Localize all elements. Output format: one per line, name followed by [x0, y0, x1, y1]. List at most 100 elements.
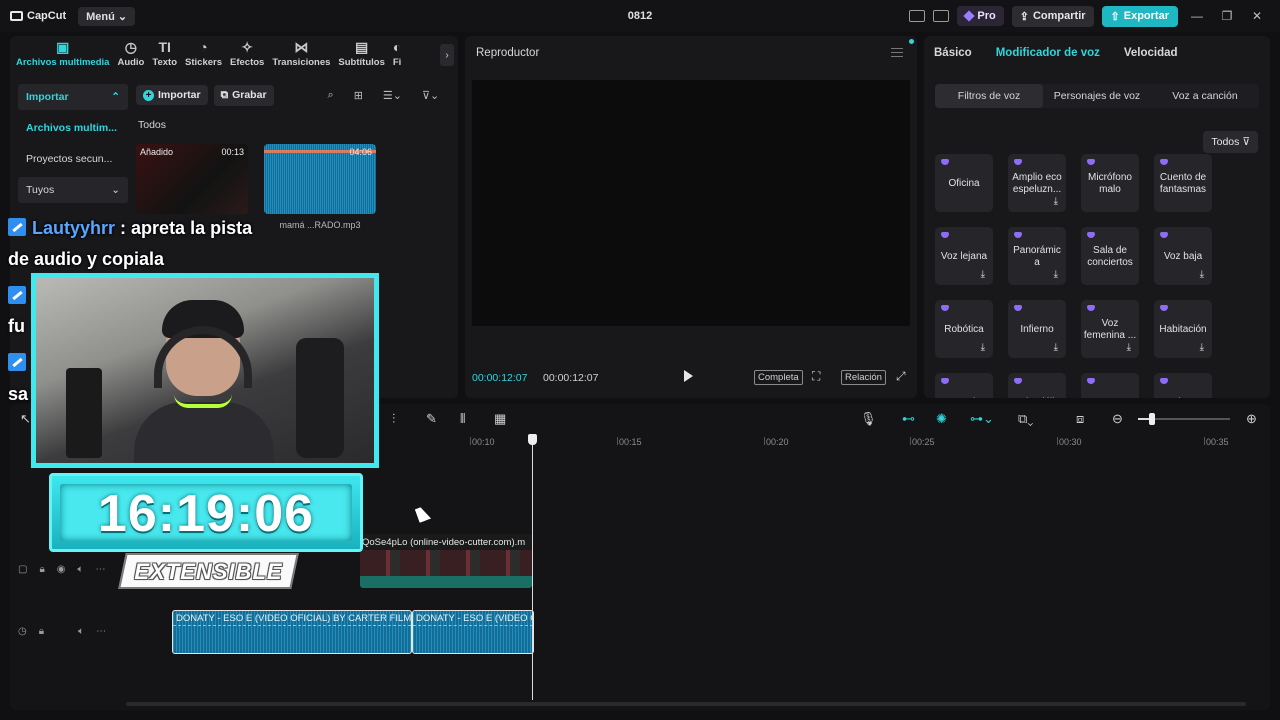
- close-icon[interactable]: ✕: [1246, 9, 1268, 23]
- minimize-icon[interactable]: —: [1186, 9, 1208, 23]
- voice-card[interactable]: En el: [935, 373, 993, 398]
- subtab-voice-to-song[interactable]: Voz a canción: [1151, 84, 1259, 108]
- zoom-in-icon[interactable]: ⊕: [1246, 411, 1257, 427]
- search-icon[interactable]: ⌕: [328, 89, 334, 102]
- tab-stickers[interactable]: ◔ Stickers: [181, 40, 226, 74]
- full-button[interactable]: Completa: [754, 370, 803, 385]
- volume-icon[interactable]: 🔈︎: [78, 626, 84, 637]
- video-clip[interactable]: QoSe4pLo (online-video-cutter.com).m: [360, 534, 532, 588]
- tabs-scroll-right-button[interactable]: ›: [440, 44, 454, 66]
- voice-card[interactable]: Alma: [1154, 373, 1212, 398]
- voice-card[interactable]: Oficina: [935, 154, 993, 212]
- keyboard-icon[interactable]: [933, 10, 950, 22]
- lock-icon[interactable]: 🔒︎: [39, 626, 44, 637]
- video-viewport[interactable]: [472, 80, 910, 326]
- media-thumbnail-video[interactable]: Añadido 00:13: [136, 144, 248, 214]
- tab-text[interactable]: TI Texto: [148, 40, 181, 74]
- sort-icon[interactable]: ☰⌄: [383, 89, 402, 102]
- hamburger-icon[interactable]: [891, 48, 903, 57]
- voice-card[interactable]: Voz lejana ⤓: [935, 227, 993, 285]
- ratio-button[interactable]: Relación: [841, 370, 886, 385]
- sidebar-item-projects[interactable]: Proyectos secun...: [18, 146, 128, 172]
- subtab-voice-characters[interactable]: Personajes de voz: [1043, 84, 1151, 108]
- zoom-slider[interactable]: [1138, 413, 1230, 425]
- auto-snap-icon[interactable]: ✺: [936, 411, 947, 427]
- layout-icon[interactable]: [909, 10, 926, 22]
- microphone-icon[interactable]: 🎙: [860, 411, 877, 427]
- tab-subtitles[interactable]: ▤ Subtítulos: [334, 40, 388, 74]
- more-icon[interactable]: ⋯: [96, 626, 106, 637]
- voice-card[interactable]: Psicodélic: [1008, 373, 1066, 398]
- tab-effects[interactable]: ✧ Efectos: [226, 40, 268, 74]
- menu-button[interactable]: Menú ⌄: [78, 6, 136, 26]
- voice-card[interactable]: Habitación ⤓: [1154, 300, 1212, 358]
- zoom-out-icon[interactable]: ⊖: [1112, 411, 1123, 427]
- tab-audio[interactable]: ◷ Audio: [113, 40, 148, 74]
- sidebar-item-import[interactable]: Importar ⌃: [18, 84, 128, 110]
- audio-split-icon[interactable]: ⫴: [460, 411, 465, 427]
- preview-axis-icon[interactable]: ⧈: [1076, 411, 1084, 427]
- pro-button[interactable]: Pro: [957, 6, 1004, 26]
- tab-basic[interactable]: Básico: [934, 47, 972, 59]
- record-button[interactable]: ⧉ Grabar: [213, 84, 274, 106]
- all-label: Todos: [138, 119, 167, 131]
- tab-speed[interactable]: Velocidad: [1124, 47, 1178, 59]
- speed-icon[interactable]: ◷: [18, 626, 27, 637]
- link-icon[interactable]: ⊷: [902, 411, 915, 427]
- voice-card[interactable]: Sala de conciertos: [1081, 227, 1139, 285]
- audio-clip[interactable]: DONATY - ESO E (VIDEO OFICIAL) BY CARTER…: [172, 610, 412, 654]
- split-view-icon[interactable]: ⧉⌄: [1018, 411, 1033, 427]
- voice-card[interactable]: Robótica ⤓: [935, 300, 993, 358]
- voice-card[interactable]: Infierno ⤓: [1008, 300, 1066, 358]
- cover-icon[interactable]: ▢: [18, 564, 27, 575]
- tab-transitions[interactable]: ⋈ Transiciones: [268, 40, 334, 74]
- fullscreen-icon[interactable]: ⤢: [896, 369, 906, 384]
- voice-card[interactable]: Amplio eco espeluzn... ⤓: [1008, 154, 1066, 212]
- timeline-scrollbar[interactable]: [126, 702, 1246, 706]
- voice-card[interactable]: Voz femenina ... ⤓: [1081, 300, 1139, 358]
- more-icon[interactable]: ⋯: [96, 564, 106, 575]
- download-icon[interactable]: ⤓: [1054, 196, 1058, 207]
- voice-filter-button[interactable]: Todos ⊽: [1203, 131, 1258, 153]
- tab-label: Fi: [392, 57, 402, 68]
- playhead[interactable]: [528, 434, 537, 700]
- magic-icon[interactable]: ✎: [426, 411, 437, 427]
- zoom-fit-icon[interactable]: ⛶: [812, 369, 820, 384]
- media-thumbnail-audio[interactable]: 04:06: [264, 144, 376, 214]
- play-icon[interactable]: [684, 370, 693, 382]
- filter-icon: ⊽: [1242, 136, 1250, 148]
- download-icon[interactable]: ⤓: [981, 269, 985, 280]
- chain-icon[interactable]: ⊶⌄: [970, 411, 994, 427]
- volume-icon[interactable]: 🔈︎: [78, 564, 84, 575]
- voice-card[interactable]: Voz baja ⤓: [1154, 227, 1212, 285]
- sidebar-item-yours[interactable]: Tuyos ⌄: [18, 177, 128, 203]
- filter-icon[interactable]: ⊽⌄: [422, 89, 439, 102]
- sidebar-item-media-files[interactable]: Archivos multim...: [18, 115, 128, 141]
- tab-media[interactable]: ▣ Archivos multimedia: [12, 40, 113, 74]
- export-button[interactable]: ⇧ Exportar: [1101, 5, 1178, 27]
- voice-card[interactable]: Panorámic a ⤓: [1008, 227, 1066, 285]
- lock-icon[interactable]: 🔒︎: [39, 564, 44, 575]
- download-icon[interactable]: ⤓: [1127, 342, 1131, 353]
- eye-icon[interactable]: ◉: [57, 564, 66, 575]
- adjust-icon[interactable]: ⫶: [392, 411, 395, 427]
- maximize-icon[interactable]: ❐: [1216, 9, 1238, 23]
- grid-view-icon[interactable]: ⊞: [354, 89, 363, 102]
- select-cursor-icon[interactable]: ↖: [20, 411, 31, 427]
- tab-filters[interactable]: ◐ Fi: [389, 40, 405, 74]
- audio-clip[interactable]: DONATY - ESO E (VIDEO O: [412, 610, 534, 654]
- download-icon[interactable]: ⤓: [981, 342, 985, 353]
- voice-card[interactable]: Cuento de fantasmas: [1154, 154, 1212, 212]
- crop-icon[interactable]: ▦: [494, 411, 506, 427]
- download-icon[interactable]: ⤓: [1200, 269, 1204, 280]
- download-icon[interactable]: ⤓: [1054, 342, 1058, 353]
- import-button[interactable]: + Importar: [136, 85, 208, 105]
- subtab-voice-filters[interactable]: Filtros de voz: [935, 84, 1043, 108]
- voice-card[interactable]: [1081, 373, 1139, 398]
- zoom-slider-handle[interactable]: [1149, 413, 1155, 425]
- download-icon[interactable]: ⤓: [1200, 342, 1204, 353]
- tab-voice-modifier[interactable]: Modificador de voz: [996, 47, 1100, 59]
- download-icon[interactable]: ⤓: [1054, 269, 1058, 280]
- share-button[interactable]: ⇪ Compartir: [1011, 5, 1094, 27]
- voice-card[interactable]: Micrófono malo: [1081, 154, 1139, 212]
